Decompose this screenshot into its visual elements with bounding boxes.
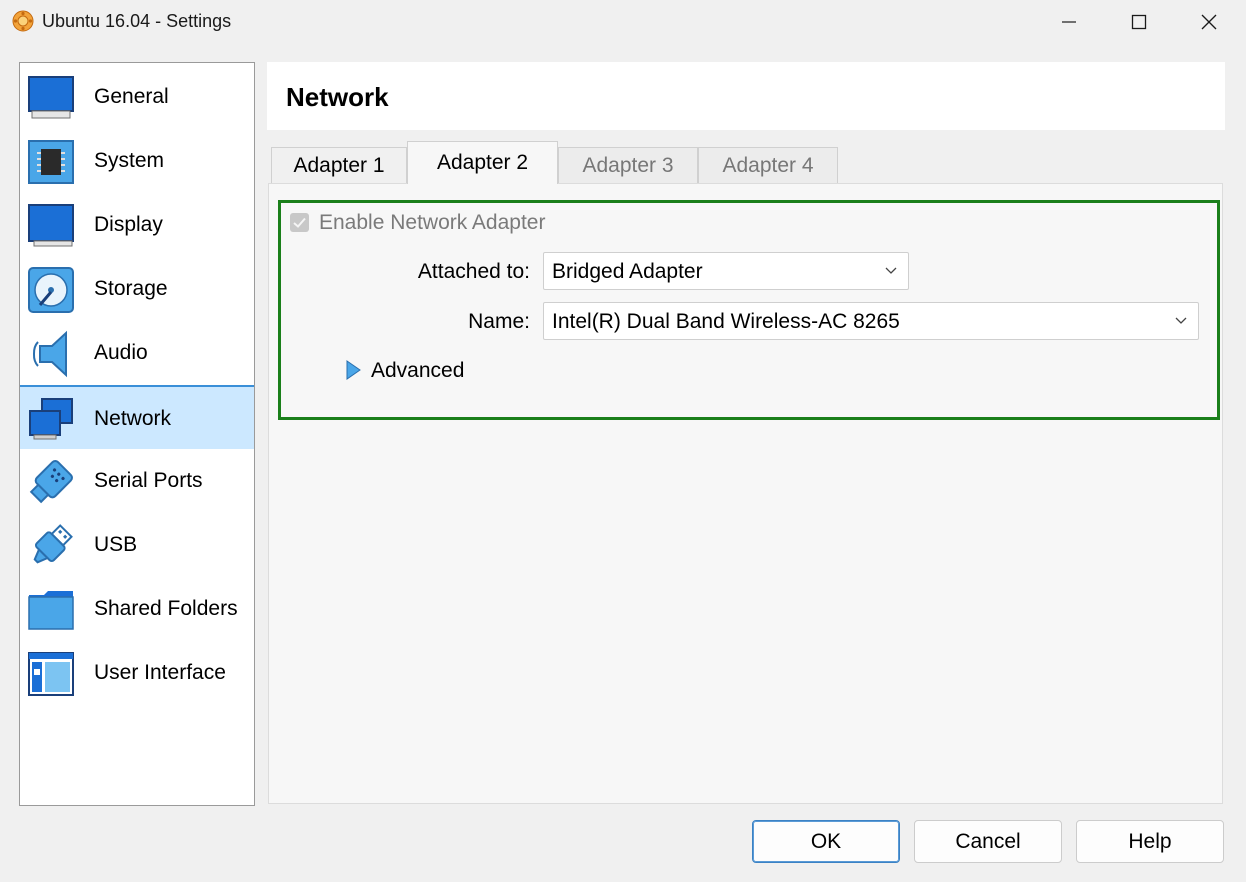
checkmark-icon	[293, 217, 306, 228]
close-button[interactable]	[1174, 0, 1244, 44]
sidebar-item-shared-folders[interactable]: Shared Folders	[20, 577, 254, 641]
sidebar-item-system[interactable]: System	[20, 129, 254, 193]
sidebar-item-user-interface[interactable]: User Interface	[20, 641, 254, 705]
tab-adapter-4[interactable]: Adapter 4	[698, 147, 838, 184]
network-icon	[29, 398, 73, 440]
sidebar-item-usb[interactable]: USB	[20, 513, 254, 577]
page-header: Network	[267, 62, 1225, 130]
usb-icon	[33, 524, 73, 564]
tab-adapter-2[interactable]: Adapter 2	[407, 141, 558, 184]
minimize-icon	[1062, 21, 1076, 23]
sidebar-item-display[interactable]: Display	[20, 193, 254, 257]
title-bar: Ubuntu 16.04 - Settings	[0, 0, 1246, 44]
sidebar-item-audio[interactable]: Audio	[20, 321, 254, 385]
sidebar-item-label: Network	[94, 407, 172, 430]
sidebar-item-label: Shared Folders	[94, 597, 238, 620]
window-title: Ubuntu 16.04 - Settings	[42, 11, 232, 31]
attached-to-label: Attached to:	[417, 260, 530, 283]
advanced-toggle[interactable]: Advanced	[371, 359, 464, 383]
virtualbox-app-icon	[12, 10, 34, 32]
sidebar-item-label: System	[94, 149, 165, 172]
maximize-icon	[1131, 14, 1147, 30]
settings-sidebar: General System Display Storage Audio Net…	[19, 62, 255, 806]
maximize-button[interactable]	[1104, 0, 1174, 44]
sidebar-item-label: Serial Ports	[94, 469, 203, 492]
ok-button[interactable]: OK	[752, 820, 900, 863]
monitor-icon	[28, 76, 74, 119]
help-button[interactable]: Help	[1076, 820, 1224, 863]
sidebar-item-label: General	[94, 85, 169, 108]
sidebar-item-label: Storage	[94, 277, 168, 300]
enable-adapter-label[interactable]: Enable Network Adapter	[319, 211, 545, 235]
name-label: Name:	[468, 310, 530, 333]
close-icon	[1201, 14, 1217, 30]
speaker-icon	[32, 330, 67, 378]
adapter-name-select[interactable]: Intel(R) Dual Band Wireless-AC 8265	[543, 302, 1199, 340]
sidebar-item-general[interactable]: General	[20, 65, 254, 129]
chevron-down-icon	[1175, 317, 1187, 324]
sidebar-item-label: Audio	[94, 341, 148, 364]
chip-icon	[28, 140, 74, 184]
settings-window: Ubuntu 16.04 - Settings General System D…	[0, 0, 1246, 882]
expand-triangle-icon[interactable]	[345, 360, 361, 380]
folder-icon	[28, 591, 74, 630]
sidebar-item-serial-ports[interactable]: Serial Ports	[20, 449, 254, 513]
sidebar-item-label: Display	[94, 213, 163, 236]
chevron-down-icon	[885, 267, 897, 274]
display-icon	[28, 204, 74, 247]
tab-adapter-1[interactable]: Adapter 1	[271, 147, 407, 184]
enable-adapter-checkbox[interactable]	[290, 213, 309, 232]
page-title: Network	[286, 82, 389, 112]
cancel-button[interactable]: Cancel	[914, 820, 1062, 863]
attached-to-value: Bridged Adapter	[552, 260, 703, 283]
adapter-name-value: Intel(R) Dual Band Wireless-AC 8265	[552, 310, 900, 333]
disk-icon	[28, 267, 74, 313]
attached-to-select[interactable]: Bridged Adapter	[543, 252, 909, 290]
sidebar-item-network[interactable]: Network	[20, 385, 254, 449]
sidebar-item-label: User Interface	[94, 661, 226, 684]
minimize-button[interactable]	[1034, 0, 1104, 44]
user-interface-icon	[28, 652, 74, 696]
sidebar-item-storage[interactable]: Storage	[20, 257, 254, 321]
tab-adapter-3[interactable]: Adapter 3	[558, 147, 698, 184]
serial-port-icon	[29, 460, 73, 504]
sidebar-item-label: USB	[94, 533, 138, 556]
